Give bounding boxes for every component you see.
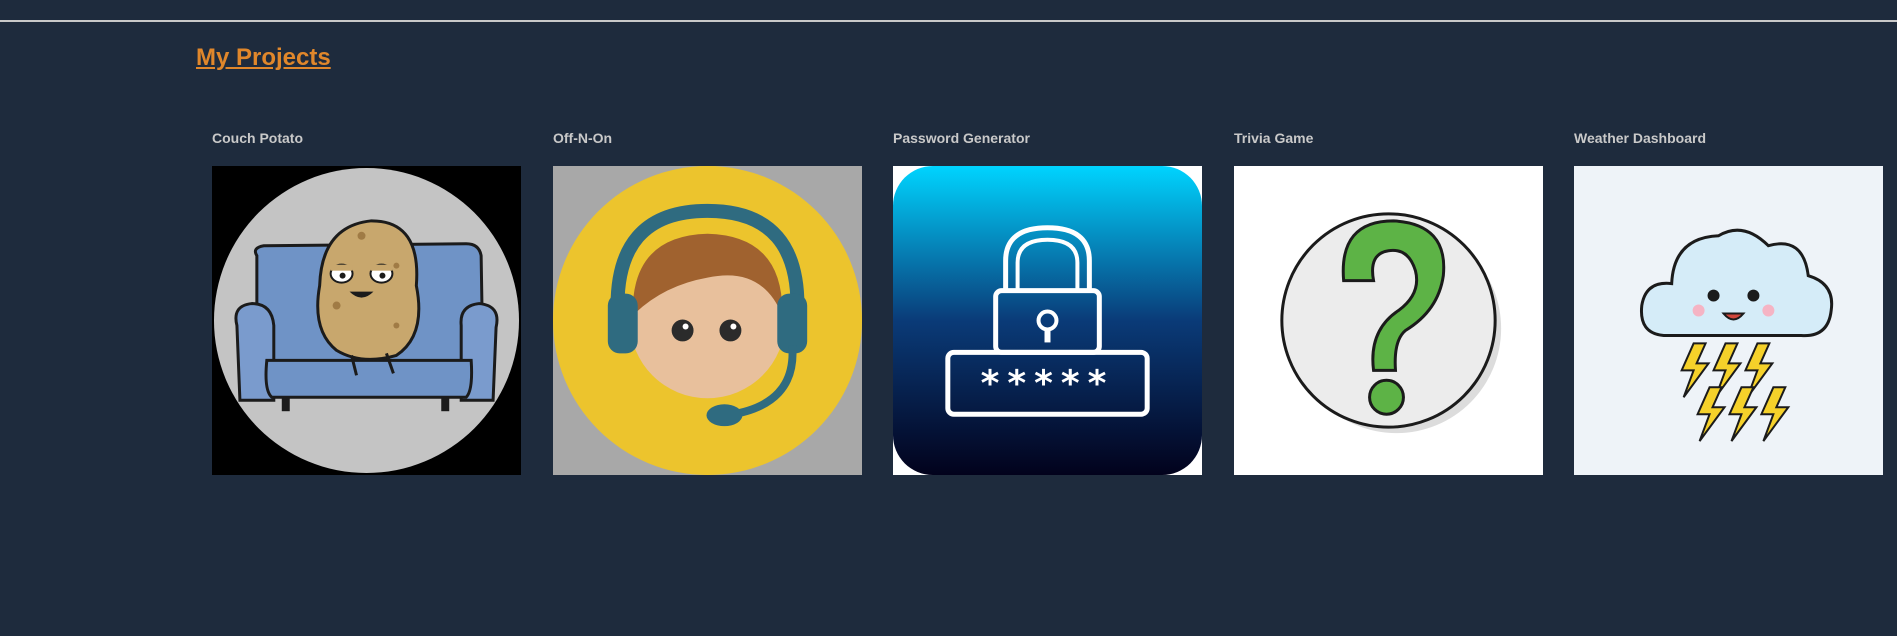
page-title-link[interactable]: My Projects [196, 44, 331, 72]
project-thumbnail-link[interactable]: ***** [893, 166, 1202, 475]
project-thumbnail-link[interactable] [553, 166, 862, 475]
storm-cloud-icon [1574, 166, 1883, 475]
headset-avatar-icon [553, 166, 862, 475]
header-divider [0, 20, 1897, 22]
project-card-weather-dashboard: Weather Dashboard [1574, 128, 1884, 475]
couch-potato-icon [212, 166, 521, 475]
project-thumbnail-link[interactable] [1574, 166, 1883, 475]
project-thumbnail-link[interactable] [212, 166, 521, 475]
project-card-password-generator: Password Generator ***** [893, 128, 1203, 475]
project-card-trivia-game: Trivia Game [1234, 128, 1544, 475]
project-card-off-n-on: Off-N-On [553, 128, 863, 475]
project-title: Off-N-On [553, 130, 613, 146]
project-title: Password Generator [893, 130, 1030, 146]
project-thumbnail-link[interactable] [1234, 166, 1543, 475]
padlock-password-icon: ***** [893, 166, 1202, 475]
project-title: Couch Potato [212, 130, 303, 146]
svg-text:*****: ***** [981, 363, 1115, 404]
project-title: Trivia Game [1234, 130, 1314, 146]
question-mark-icon [1234, 166, 1543, 475]
project-card-couch-potato: Couch Potato [212, 128, 522, 475]
project-title: Weather Dashboard [1574, 130, 1706, 146]
